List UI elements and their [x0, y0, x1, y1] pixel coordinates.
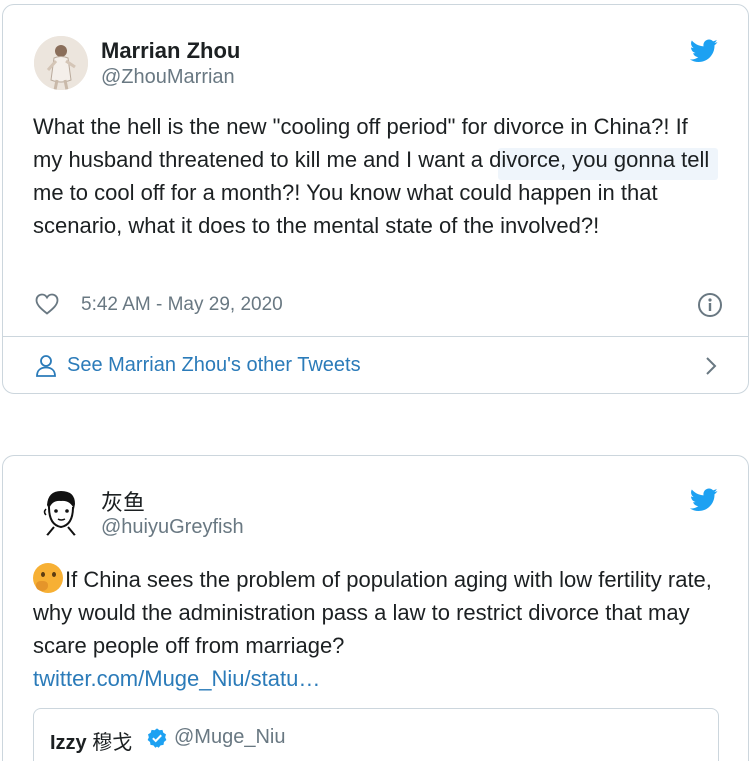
tweet-link[interactable]: twitter.com/Muge_Niu/statu…: [33, 666, 320, 691]
see-more-label[interactable]: See Marrian Zhou's other Tweets: [67, 354, 361, 377]
heart-icon[interactable]: [35, 293, 59, 315]
info-icon[interactable]: [697, 292, 723, 318]
thinking-face-emoji: [33, 563, 63, 593]
author-name[interactable]: Marrian Zhou: [101, 38, 240, 64]
user-icon: [36, 355, 56, 377]
tweet-text: What the hell is the new "cooling off pe…: [33, 114, 710, 238]
divider: [3, 336, 748, 337]
twitter-bird-icon[interactable]: [690, 488, 718, 512]
verified-icon: [147, 728, 167, 748]
quote-author-latin: Izzy: [50, 732, 87, 754]
author-handle[interactable]: @huiyuGreyfish: [101, 516, 244, 539]
avatar[interactable]: [34, 485, 88, 539]
tweet-text: If China sees the problem of population …: [33, 563, 723, 695]
tweet-meta: 5:42 AM - May 29, 2020: [33, 291, 723, 321]
chevron-right-icon[interactable]: [703, 356, 719, 376]
twitter-bird-icon[interactable]: [690, 39, 718, 63]
quoted-tweet[interactable]: Izzy 穆戈 @Muge_Niu: [33, 708, 719, 761]
author-name[interactable]: 灰鱼: [101, 485, 145, 517]
tweet-text-body: If China sees the problem of population …: [33, 567, 712, 658]
see-other-tweets-link[interactable]: See Marrian Zhou's other Tweets: [33, 351, 723, 381]
tweet-card[interactable]: 灰鱼 @huiyuGreyfish If China sees the prob…: [2, 455, 749, 761]
tweet-card[interactable]: Marrian Zhou @ZhouMarrian What the hell …: [2, 4, 749, 394]
author-handle[interactable]: @ZhouMarrian: [101, 66, 235, 89]
quote-author-name[interactable]: Izzy 穆戈: [50, 726, 132, 755]
quote-author-handle[interactable]: @Muge_Niu: [174, 726, 285, 749]
quote-author-cjk: 穆戈: [92, 730, 133, 754]
timestamp[interactable]: 5:42 AM - May 29, 2020: [81, 294, 283, 316]
avatar[interactable]: [34, 36, 88, 90]
